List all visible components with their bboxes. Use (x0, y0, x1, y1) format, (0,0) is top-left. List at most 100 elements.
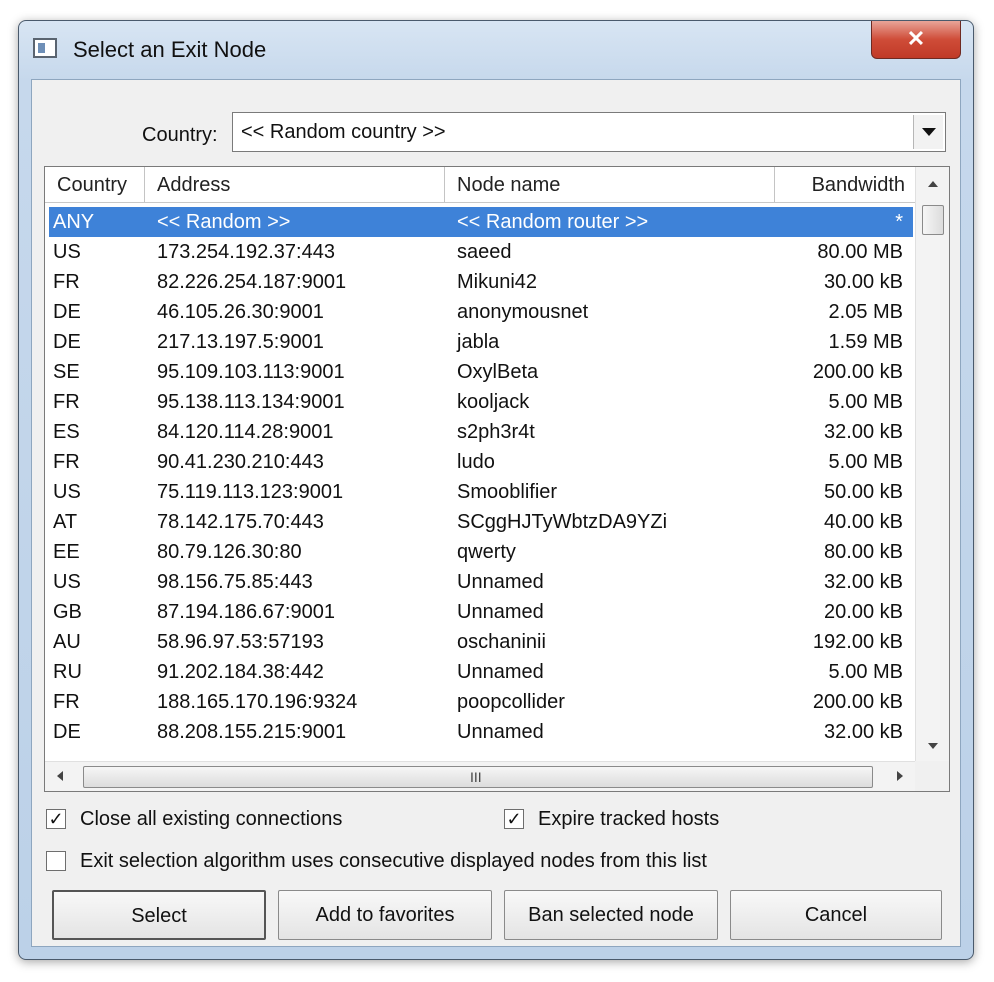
list-item[interactable]: FR 82.226.254.187:9001 Mikuni42 30.00 kB (45, 267, 915, 297)
cell-address: 217.13.197.5:9001 (157, 331, 324, 353)
cell-node-name: s2ph3r4t (457, 421, 535, 443)
close-connections-label[interactable]: Close all existing connections (80, 808, 342, 831)
title-bar[interactable]: Select an Exit Node (19, 21, 973, 77)
exit-node-dialog: Select an Exit Node ✕ Country: << Random… (18, 20, 974, 960)
list-item[interactable]: DE 217.13.197.5:9001 jabla 1.59 MB (45, 327, 915, 357)
expire-hosts-label[interactable]: Expire tracked hosts (538, 808, 719, 831)
country-label: Country: (142, 124, 218, 146)
expire-hosts-checkbox[interactable]: ✓ (504, 809, 524, 829)
cell-country: FR (53, 451, 80, 473)
list-item[interactable]: RU 91.202.184.38:442 Unnamed 5.00 MB (45, 657, 915, 687)
horizontal-scrollbar[interactable]: III (45, 761, 915, 791)
cell-address: << Random >> (157, 211, 291, 233)
list-item[interactable]: FR 188.165.170.196:9324 poopcollider 200.00… (45, 687, 915, 717)
list-item[interactable]: DE 46.105.26.30:9001 anonymousnet 2.05 MB (45, 297, 915, 327)
cell-country: DE (53, 721, 81, 743)
cell-bandwidth: 40.00 kB (824, 511, 903, 533)
cell-node-name: OxylBeta (457, 361, 539, 383)
cell-country: FR (53, 691, 80, 713)
cell-country: US (53, 241, 81, 263)
column-header-country[interactable]: Country (45, 167, 145, 202)
cell-node-name: jabla (457, 331, 500, 353)
cell-country: ANY (53, 211, 95, 233)
cell-bandwidth: * (895, 211, 903, 233)
cell-node-name: oschaninii (457, 631, 546, 653)
list-item[interactable]: DE 88.208.155.215:9001 Unnamed 32.00 kB (45, 717, 915, 747)
horizontal-scroll-thumb[interactable]: III (83, 766, 873, 788)
list-item[interactable]: ES 84.120.114.28:9001 s2ph3r4t 32.00 kB (45, 417, 915, 447)
scroll-down-icon[interactable] (928, 743, 938, 749)
cell-address: 173.254.192.37:443 (157, 241, 335, 263)
column-header-bandwidth[interactable]: Bandwidth (775, 167, 915, 202)
close-connections-checkbox[interactable]: ✓ (46, 809, 66, 829)
scrollbar-corner (915, 761, 949, 791)
select-button[interactable]: Select (52, 890, 266, 940)
vertical-scrollbar[interactable] (915, 167, 949, 763)
cell-bandwidth: 2.05 MB (828, 301, 903, 323)
list-item[interactable]: SE 95.109.103.113:9001 OxylBeta 200.00 kB (45, 357, 915, 387)
cell-address: 95.138.113.134:9001 (157, 391, 345, 413)
list-item-selected[interactable]: ANY << Random >> << Random router >> * (49, 207, 913, 237)
country-dropdown-value: << Random country >> (241, 121, 446, 143)
vertical-scroll-thumb[interactable] (922, 205, 944, 235)
cell-address: 84.120.114.28:9001 (157, 421, 334, 443)
cell-address: 188.165.170.196:9324 (157, 691, 358, 713)
cancel-button[interactable]: Cancel (730, 890, 942, 940)
dropdown-arrow-button[interactable] (913, 115, 943, 149)
cell-country: AU (53, 631, 81, 653)
list-item[interactable]: US 173.254.192.37:443 saeed 80.00 MB (45, 237, 915, 267)
cell-bandwidth: 5.00 MB (828, 661, 903, 683)
country-dropdown[interactable]: << Random country >> (232, 112, 946, 152)
dialog-body: Country: << Random country >> Country Ad… (31, 79, 961, 947)
cell-bandwidth: 80.00 kB (824, 541, 903, 563)
cell-country: AT (53, 511, 78, 533)
cell-bandwidth: 192.00 kB (812, 631, 903, 653)
exit-node-list[interactable]: Country Address Node name Bandwidth ANY <… (44, 166, 950, 792)
cell-node-name: Mikuni42 (457, 271, 538, 293)
cell-address: 80.79.126.30:80 (157, 541, 302, 563)
list-item[interactable]: EE 80.79.126.30:80 qwerty 80.00 kB (45, 537, 915, 567)
cell-node-name: kooljack (457, 391, 530, 413)
list-item[interactable]: FR 90.41.230.210:443 ludo 5.00 MB (45, 447, 915, 477)
cell-country: US (53, 481, 81, 503)
list-item[interactable]: US 75.119.113.123:9001 Smooblifier 50.00 kB (45, 477, 915, 507)
ban-selected-node-button[interactable]: Ban selected node (504, 890, 718, 940)
cell-node-name: saeed (457, 241, 512, 263)
list-item[interactable]: US 98.156.75.85:443 Unnamed 32.00 kB (45, 567, 915, 597)
cell-node-name: anonymousnet (457, 301, 589, 323)
cell-node-name: << Random router >> (457, 211, 649, 233)
list-item[interactable]: FR 95.138.113.134:9001 kooljack 5.00 MB (45, 387, 915, 417)
scroll-right-icon[interactable] (897, 771, 903, 781)
column-header-node-name[interactable]: Node name (445, 167, 775, 202)
cell-address: 75.119.113.123:9001 (157, 481, 344, 503)
list-header: Country Address Node name Bandwidth (45, 167, 915, 203)
cell-bandwidth: 32.00 kB (824, 421, 903, 443)
list-item[interactable]: AT 78.142.175.70:443 SCggHJTyWbtzDA9YZi 40.… (45, 507, 915, 537)
cell-bandwidth: 80.00 MB (817, 241, 903, 263)
cell-node-name: poopcollider (457, 691, 565, 713)
scroll-grip: III (470, 769, 482, 785)
close-button[interactable]: ✕ (871, 21, 961, 59)
cell-country: ES (53, 421, 80, 443)
cell-bandwidth: 30.00 kB (824, 271, 903, 293)
cell-bandwidth: 1.59 MB (828, 331, 903, 353)
scroll-left-icon[interactable] (57, 771, 63, 781)
list-item[interactable]: GB 87.194.186.67:9001 Unnamed 20.00 kB (45, 597, 915, 627)
cell-bandwidth: 50.00 kB (824, 481, 903, 503)
cell-node-name: Smooblifier (457, 481, 558, 503)
scroll-up-icon[interactable] (928, 181, 938, 187)
consecutive-nodes-label[interactable]: Exit selection algorithm uses consecutiv… (80, 850, 707, 873)
window-title: Select an Exit Node (73, 37, 267, 62)
cell-bandwidth: 200.00 kB (812, 361, 903, 383)
cell-node-name: Unnamed (457, 571, 544, 593)
column-header-address[interactable]: Address (145, 167, 445, 202)
consecutive-nodes-checkbox[interactable] (46, 851, 66, 871)
chevron-down-icon (922, 128, 936, 136)
add-to-favorites-button[interactable]: Add to favorites (278, 890, 492, 940)
cell-country: DE (53, 301, 81, 323)
list-item[interactable]: AU 58.96.97.53:57193 oschaninii 192.00 kB (45, 627, 915, 657)
cell-address: 88.208.155.215:9001 (157, 721, 347, 743)
cell-address: 46.105.26.30:9001 (157, 301, 324, 323)
cell-address: 90.41.230.210:443 (157, 451, 324, 473)
cell-country: FR (53, 391, 80, 413)
